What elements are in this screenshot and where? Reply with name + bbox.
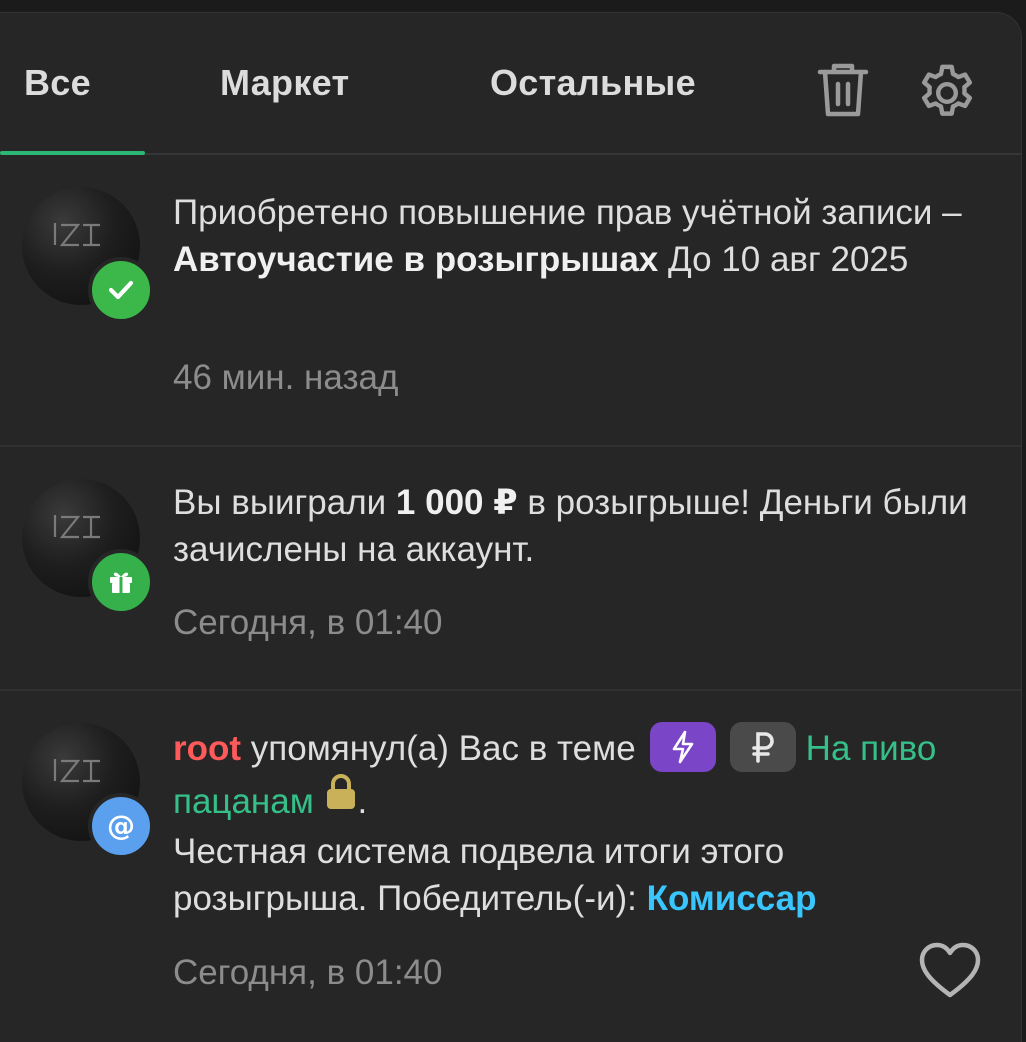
notification-item[interactable]: Приобретено повышение прав учётной запис…: [0, 155, 1021, 447]
text-plain: До 10 авг 2025: [658, 240, 909, 279]
gear-icon[interactable]: [914, 60, 980, 131]
notification-text: Вы выиграли 1 000 ₽ в розыгрыше! Деньги …: [173, 479, 981, 573]
ruble-icon: [751, 731, 774, 763]
notification-time: Сегодня, в 01:40: [173, 953, 443, 992]
thread-prefix-purple[interactable]: [649, 721, 716, 772]
svg-text:@: @: [107, 809, 135, 842]
notification-text: Приобретено повышение прав учётной запис…: [173, 189, 981, 283]
tab-market[interactable]: Маркет: [220, 62, 349, 104]
notification-text: root упомянул(а) Вас в теме На пиво пацан…: [173, 721, 981, 922]
privilege-name: Автоучастие в розыгрышах: [173, 240, 659, 279]
mention-message: Честная система подвела итоги этого розы…: [173, 828, 981, 922]
notification-time: Сегодня, в 01:40: [173, 603, 443, 642]
gift-badge: [88, 549, 154, 615]
username-link[interactable]: root: [173, 729, 241, 768]
check-icon: [108, 280, 134, 300]
lock-icon: [324, 773, 358, 826]
notification-item[interactable]: Вы выиграли 1 000 ₽ в розыгрыше! Деньги …: [0, 447, 1021, 691]
lightning-icon: [672, 730, 693, 764]
avatar[interactable]: [22, 187, 154, 323]
mention-badge: @: [88, 793, 154, 859]
notifications-panel: Все Маркет Остальные Приобретено повышен…: [0, 12, 1022, 1042]
heart-icon[interactable]: [918, 941, 982, 1006]
prize-amount: 1 000 ₽: [395, 483, 518, 522]
tab-bar: Все Маркет Остальные: [0, 13, 1021, 155]
tab-all[interactable]: Все: [24, 62, 91, 104]
winner-link[interactable]: Комиссар: [647, 879, 817, 918]
text-plain: Вы выиграли: [173, 483, 396, 522]
tab-other[interactable]: Остальные: [490, 62, 696, 104]
at-icon: @: [107, 809, 135, 842]
trash-icon[interactable]: [816, 60, 870, 125]
thread-prefix-gray[interactable]: [729, 721, 796, 772]
notification-item[interactable]: @ root упомянул(а) Вас в теме На пиво пац…: [0, 691, 1021, 1031]
text-plain: Приобретено повышение прав учётной запис…: [173, 193, 962, 232]
notification-time: 46 мин. назад: [173, 358, 399, 397]
success-badge: [88, 257, 154, 323]
avatar[interactable]: @: [22, 723, 154, 859]
avatar[interactable]: [22, 479, 154, 615]
gift-icon: [110, 572, 132, 593]
text-plain: .: [357, 781, 368, 821]
text-plain: упомянул(а) Вас в теме: [241, 729, 636, 768]
